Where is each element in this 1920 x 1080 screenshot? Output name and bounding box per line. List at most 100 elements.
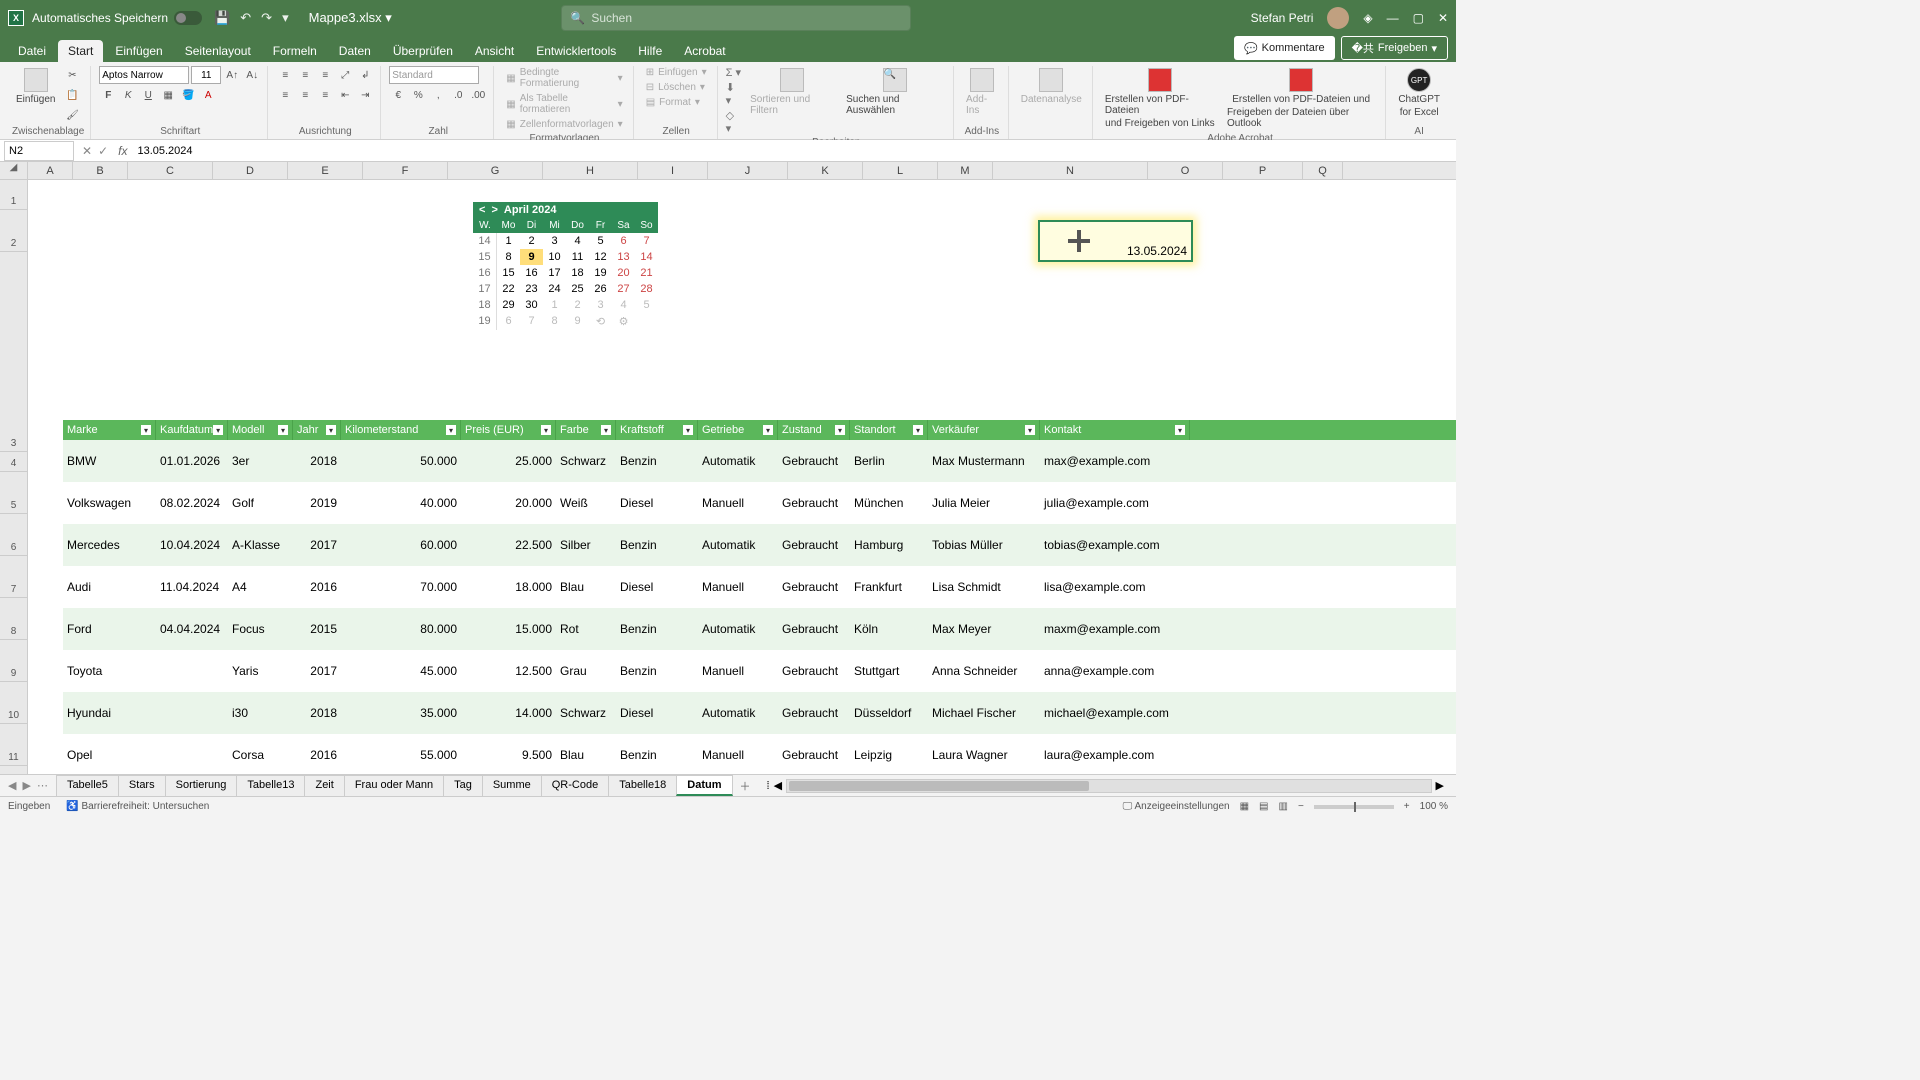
- table-cell[interactable]: maxm@example.com: [1040, 622, 1190, 636]
- table-cell[interactable]: Corsa: [228, 748, 293, 762]
- table-row[interactable]: BMW01.01.20263er201850.00025.000SchwarzB…: [63, 440, 1456, 482]
- calendar-day[interactable]: 2: [566, 297, 589, 313]
- calendar-day[interactable]: 28: [635, 281, 658, 297]
- table-cell[interactable]: Benzin: [616, 622, 698, 636]
- row-header-5[interactable]: 5: [0, 472, 27, 514]
- spreadsheet-grid[interactable]: ◢ ABCDEFGHIJKLMNOPQ 123456789101112 < > …: [0, 162, 1456, 774]
- table-cell[interactable]: 2016: [293, 580, 341, 594]
- calendar-day[interactable]: 18: [566, 265, 589, 281]
- table-cell[interactable]: 80.000: [341, 622, 461, 636]
- table-cell[interactable]: 50.000: [341, 454, 461, 468]
- calendar-day[interactable]: 5: [635, 297, 658, 313]
- col-header-C[interactable]: C: [128, 162, 213, 179]
- pdf-share-outlook-button[interactable]: Erstellen von PDF-Dateien undFreigeben d…: [1223, 66, 1379, 131]
- table-cell[interactable]: Toyota: [63, 664, 156, 678]
- table-cell[interactable]: 40.000: [341, 496, 461, 510]
- italic-button[interactable]: K: [119, 86, 137, 104]
- ribbon-tab-ansicht[interactable]: Ansicht: [465, 40, 524, 62]
- display-settings-button[interactable]: 🖵 Anzeigeeinstellungen: [1123, 801, 1230, 812]
- horizontal-scrollbar[interactable]: [786, 779, 1431, 793]
- col-header-I[interactable]: I: [638, 162, 708, 179]
- format-painter-icon[interactable]: 🖌: [63, 106, 81, 124]
- calendar-day[interactable]: 8: [543, 313, 566, 330]
- table-cell[interactable]: Automatik: [698, 538, 778, 552]
- row-header-6[interactable]: 6: [0, 514, 27, 556]
- table-cell[interactable]: Benzin: [616, 454, 698, 468]
- table-cell[interactable]: Hamburg: [850, 538, 928, 552]
- calendar-day[interactable]: 1: [497, 233, 520, 249]
- table-cell[interactable]: Gebraucht: [778, 538, 850, 552]
- table-cell[interactable]: 10.04.2024: [156, 538, 228, 552]
- font-family-select[interactable]: [99, 66, 189, 84]
- calendar-day[interactable]: 3: [543, 233, 566, 249]
- accept-formula-icon[interactable]: ✓: [98, 144, 108, 158]
- filter-dropdown-icon[interactable]: ▾: [913, 425, 923, 435]
- table-cell[interactable]: Automatik: [698, 454, 778, 468]
- col-header-Q[interactable]: Q: [1303, 162, 1343, 179]
- comma-icon[interactable]: ,: [429, 86, 447, 104]
- underline-button[interactable]: U: [139, 86, 157, 104]
- table-cell[interactable]: max@example.com: [1040, 454, 1190, 468]
- table-cell[interactable]: Gebraucht: [778, 580, 850, 594]
- wrap-text-icon[interactable]: ↲: [356, 66, 374, 84]
- accessibility-status[interactable]: ♿ Barrierefreiheit: Untersuchen: [66, 801, 209, 812]
- calendar-day[interactable]: 1: [543, 297, 566, 313]
- table-cell[interactable]: Golf: [228, 496, 293, 510]
- calendar-day[interactable]: 14: [635, 249, 658, 265]
- table-cell[interactable]: 60.000: [341, 538, 461, 552]
- calendar-day[interactable]: 4: [612, 297, 635, 313]
- align-left-icon[interactable]: ≡: [276, 86, 294, 104]
- table-cell[interactable]: A-Klasse: [228, 538, 293, 552]
- calendar-day[interactable]: 6: [612, 233, 635, 249]
- table-cell[interactable]: Anna Schneider: [928, 664, 1040, 678]
- calendar-day[interactable]: 12: [589, 249, 612, 265]
- sheet-tab-stars[interactable]: Stars: [118, 775, 166, 796]
- table-cell[interactable]: Silber: [556, 538, 616, 552]
- table-cell[interactable]: 3er: [228, 454, 293, 468]
- table-cell[interactable]: 70.000: [341, 580, 461, 594]
- user-avatar[interactable]: [1327, 7, 1349, 29]
- sheet-tab-datum[interactable]: Datum: [676, 775, 732, 796]
- table-cell[interactable]: 14.000: [461, 706, 556, 720]
- col-header-L[interactable]: L: [863, 162, 938, 179]
- table-cell[interactable]: Tobias Müller: [928, 538, 1040, 552]
- table-cell[interactable]: Manuell: [698, 748, 778, 762]
- add-sheet-button[interactable]: ＋: [732, 778, 759, 794]
- table-cell[interactable]: Benzin: [616, 538, 698, 552]
- table-cell[interactable]: tobias@example.com: [1040, 538, 1190, 552]
- sort-filter-button[interactable]: Sortieren und Filtern: [746, 66, 838, 118]
- sheet-tab-qr-code[interactable]: QR-Code: [541, 775, 609, 796]
- font-color-button[interactable]: A: [199, 86, 217, 104]
- row-header-10[interactable]: 10: [0, 682, 27, 724]
- table-header-farbe[interactable]: Farbe▾: [556, 420, 616, 440]
- table-cell[interactable]: 55.000: [341, 748, 461, 762]
- table-cell[interactable]: Diesel: [616, 496, 698, 510]
- table-cell[interactable]: Ford: [63, 622, 156, 636]
- filter-dropdown-icon[interactable]: ▾: [1025, 425, 1035, 435]
- table-cell[interactable]: 25.000: [461, 454, 556, 468]
- sheet-tab-frau oder mann[interactable]: Frau oder Mann: [344, 775, 444, 796]
- table-cell[interactable]: Gebraucht: [778, 496, 850, 510]
- calendar-day[interactable]: 17: [543, 265, 566, 281]
- calendar-day[interactable]: 8: [497, 249, 520, 265]
- align-right-icon[interactable]: ≡: [316, 86, 334, 104]
- table-cell[interactable]: Berlin: [850, 454, 928, 468]
- chatgpt-button[interactable]: GPTChatGPTfor Excel: [1394, 66, 1444, 120]
- table-cell[interactable]: 2015: [293, 622, 341, 636]
- table-cell[interactable]: Automatik: [698, 622, 778, 636]
- filter-dropdown-icon[interactable]: ▾: [326, 425, 336, 435]
- select-all-corner[interactable]: ◢: [0, 162, 28, 179]
- document-title[interactable]: Mappe3.xlsx ▾: [309, 10, 392, 26]
- sheet-nav-next-icon[interactable]: ▶: [22, 779, 30, 792]
- sheet-tab-tabelle5[interactable]: Tabelle5: [56, 775, 119, 796]
- calendar-day[interactable]: 7: [635, 233, 658, 249]
- table-cell[interactable]: Max Meyer: [928, 622, 1040, 636]
- sheet-tab-tabelle13[interactable]: Tabelle13: [236, 775, 305, 796]
- calendar-day[interactable]: 25: [566, 281, 589, 297]
- table-cell[interactable]: München: [850, 496, 928, 510]
- table-row[interactable]: Ford04.04.2024Focus201580.00015.000RotBe…: [63, 608, 1456, 650]
- row-header-8[interactable]: 8: [0, 598, 27, 640]
- view-page-layout-icon[interactable]: ▤: [1259, 801, 1268, 812]
- table-cell[interactable]: 45.000: [341, 664, 461, 678]
- table-cell[interactable]: 22.500: [461, 538, 556, 552]
